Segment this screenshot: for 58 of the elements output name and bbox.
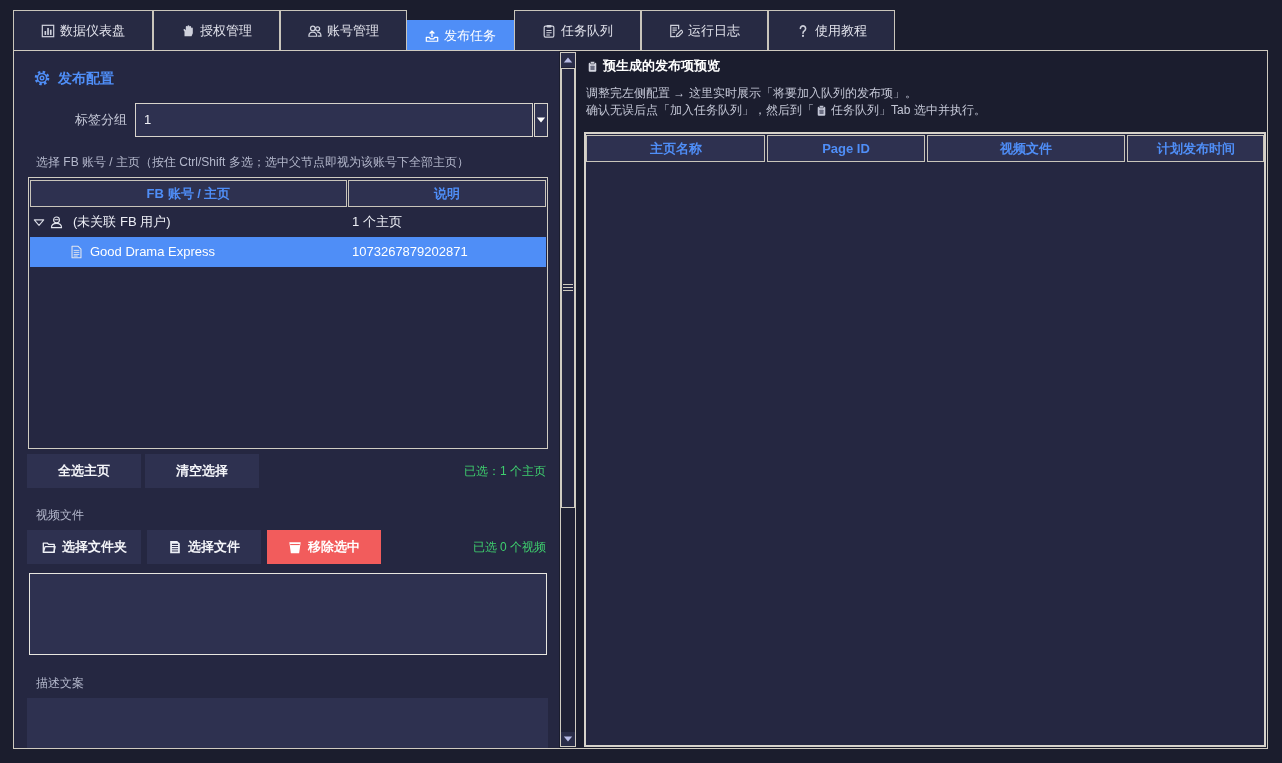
bar-chart-icon (41, 23, 55, 38)
scrollbar-track[interactable] (560, 52, 576, 747)
tree-item-label: Good Drama Express (90, 244, 215, 260)
tab[interactable]: 运行日志 (641, 10, 768, 50)
section-label: 描述文案 (35, 675, 85, 691)
column-header[interactable]: 计划发布时间 (1127, 135, 1264, 162)
selection-status: 已选：1 个主页 (464, 463, 547, 479)
document-icon (168, 540, 182, 554)
people-icon (308, 23, 322, 38)
person-icon (50, 215, 63, 229)
video-count-status: 已选 0 个视频 (472, 539, 547, 555)
folder-icon (41, 540, 56, 554)
document-icon (70, 245, 83, 259)
tree-item-note: 1073267879202871 (352, 244, 468, 259)
hand-icon (181, 23, 195, 38)
expanded-triangle-icon[interactable] (33, 216, 45, 228)
hint-text: 选择 FB 账号 / 主页（按住 Ctrl/Shift 多选；选中父节点即视为该账号下全部主页） (35, 154, 470, 170)
column-header[interactable]: FB 账号 / 主页 (30, 180, 347, 207)
tab[interactable]: 账号管理 (280, 10, 407, 50)
clear-selection-button[interactable]: 清空选择 (145, 454, 259, 488)
caret-down-icon (536, 115, 546, 125)
clipboard-icon (816, 104, 827, 117)
scroll-down-button[interactable] (561, 732, 575, 746)
tab[interactable]: 任务队列 (514, 10, 641, 50)
scroll-up-button[interactable] (561, 53, 575, 67)
section-title: 发布配置 (58, 69, 114, 88)
description-field[interactable] (27, 698, 548, 748)
tree-row[interactable]: (未关联 FB 用户) 1 个主页 (30, 207, 546, 237)
hint-text: 任务队列」Tab 选中并执行。 (831, 102, 986, 119)
column-header[interactable]: 说明 (348, 180, 546, 207)
document-pencil-icon (669, 23, 683, 38)
column-header[interactable]: Page ID (767, 135, 925, 162)
tab[interactable]: 使用教程 (768, 10, 895, 50)
panel-title: 预生成的发布项预览 (603, 57, 720, 75)
section-label: 视频文件 (35, 507, 85, 523)
tree-item-label: (未关联 FB 用户) (73, 214, 171, 230)
dropdown-button[interactable] (534, 103, 548, 137)
choose-file-button[interactable]: 选择文件 (147, 530, 261, 564)
trash-icon (288, 540, 302, 554)
column-header[interactable]: 视频文件 (927, 135, 1125, 162)
clipboard-icon (587, 59, 598, 73)
settings-icon (34, 70, 50, 86)
tab[interactable]: 数据仪表盘 (13, 10, 153, 50)
tree-item-note: 1 个主页 (352, 214, 402, 229)
tag-group-field[interactable]: 1 (135, 103, 533, 137)
clipboard-icon (542, 23, 556, 38)
column-header[interactable]: 主页名称 (586, 135, 765, 162)
choose-folder-button[interactable]: 选择文件夹 (27, 530, 141, 564)
caret-up-icon (563, 55, 573, 65)
tab[interactable]: 授权管理 (153, 10, 280, 50)
hint-text: 调整完左侧配置 → 这里实时展示「将要加入队列的发布项」。 (586, 85, 917, 102)
video-file-list[interactable] (29, 573, 547, 655)
caret-down-icon (563, 734, 573, 744)
scroll-thumb[interactable] (561, 68, 575, 508)
upload-tray-icon (425, 28, 439, 43)
field-label: 标签分组 (74, 111, 128, 129)
select-all-button[interactable]: 全选主页 (27, 454, 141, 488)
hint-text: 确认无误后点「加入任务队列」，然后到「 (586, 102, 814, 119)
